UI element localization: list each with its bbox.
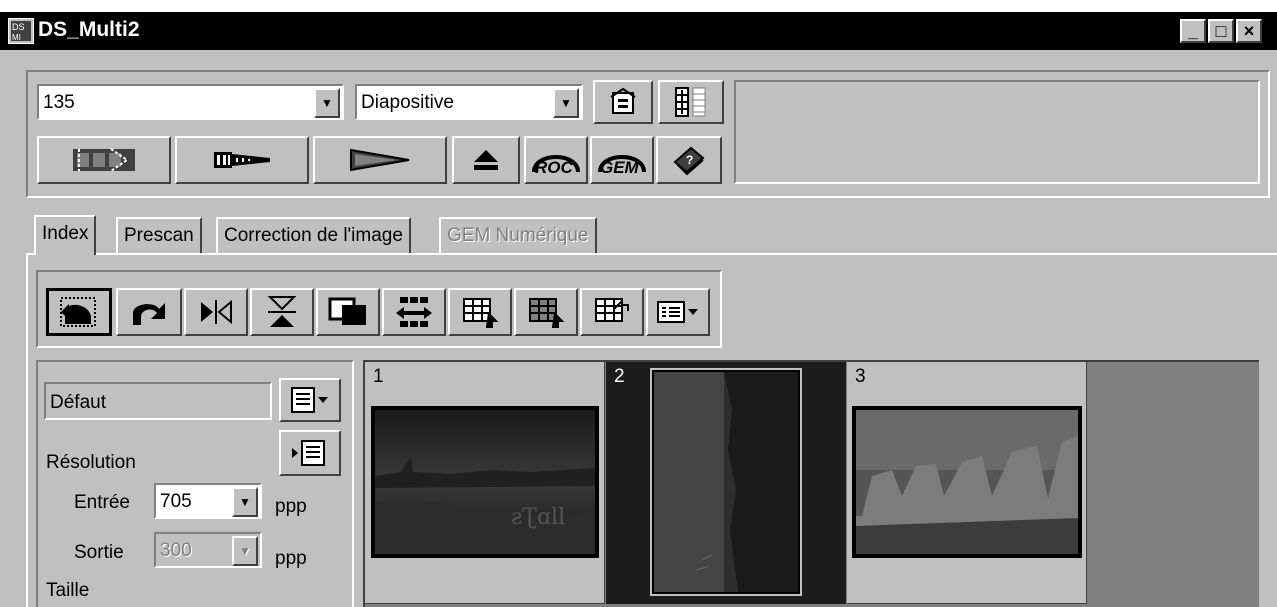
scan-play-icon — [350, 148, 410, 172]
output-resolution-label: Sortie — [74, 542, 124, 563]
frame-thumbnail-selected[interactable]: 2 — [606, 362, 846, 604]
grid-deselect-icon — [595, 298, 629, 322]
frame-thumbnail[interactable]: 1 ƨƮɑll — [365, 362, 605, 604]
film-format-select[interactable]: 135 ▼ — [37, 84, 344, 120]
chevron-down-icon[interactable]: ▼ — [553, 88, 579, 118]
list-dropdown-icon — [657, 301, 698, 323]
svg-text:MI: MI — [12, 33, 21, 42]
view-options-button[interactable] — [646, 288, 710, 336]
frame-order-button[interactable] — [382, 288, 446, 336]
eject-icon — [474, 150, 498, 170]
prescan-icon — [214, 152, 270, 168]
tab-index[interactable]: Index — [34, 215, 97, 255]
close-button[interactable]: × — [1236, 19, 1262, 43]
reverse-order-icon — [396, 297, 432, 327]
frame-thumbnail[interactable]: 3 — [847, 362, 1087, 604]
maximize-icon: □ — [1215, 20, 1227, 41]
rotate-right-button[interactable] — [116, 288, 182, 336]
resolution-expand-button[interactable] — [279, 430, 341, 476]
svg-text:ƨƮɑll: ƨƮɑll — [511, 505, 565, 530]
gem-icon: GEM — [598, 155, 646, 177]
chevron-down-icon: ▼ — [232, 536, 258, 566]
roc-label: ROC — [535, 158, 574, 177]
film-type-value: Diapositive — [361, 92, 454, 113]
preset-menu-button[interactable] — [279, 378, 341, 422]
tab-image-correction-label: Correction de l'image — [224, 225, 403, 246]
eject-button[interactable] — [452, 136, 520, 184]
output-unit-label: ppp — [275, 548, 307, 569]
roc-button[interactable]: ROC — [524, 136, 588, 184]
frame-number: 3 — [855, 366, 866, 387]
maximize-button[interactable]: □ — [1208, 19, 1234, 43]
size-label: Taille — [46, 580, 90, 601]
svg-text:DS: DS — [12, 22, 25, 32]
input-resolution-value: 705 — [160, 491, 192, 512]
roc-icon: ROC — [532, 155, 580, 177]
info-panel — [734, 80, 1260, 184]
window-title: DS_Multi2 — [38, 18, 140, 41]
gem-label: GEM — [600, 158, 640, 177]
tab-gem-digital: GEM Numérique — [439, 217, 597, 253]
tab-image-correction[interactable]: Correction de l'image — [216, 217, 411, 253]
negative-positive-button[interactable] — [316, 288, 380, 336]
title-bar: DS MI DS_Multi2 _ □ × — [0, 12, 1277, 50]
tab-prescan[interactable]: Prescan — [116, 217, 202, 253]
preset-field: Défaut — [44, 382, 272, 420]
scan-button[interactable] — [313, 136, 447, 184]
grid-select-inverse-icon — [529, 298, 565, 328]
flip-vertical-button[interactable] — [250, 288, 314, 336]
film-type-select[interactable]: Diapositive ▼ — [355, 84, 583, 120]
document-dropdown-icon — [291, 387, 328, 413]
gem-button[interactable]: GEM — [590, 136, 654, 184]
negative-frame-icon — [328, 297, 366, 325]
preset-value: Défaut — [50, 392, 106, 413]
film-settings-button[interactable] — [658, 80, 724, 124]
rotate-left-icon — [60, 297, 96, 327]
rotate-right-icon — [133, 303, 165, 325]
frame-number: 1 — [373, 366, 384, 387]
app-icon: DS MI — [8, 18, 34, 44]
expand-document-icon — [292, 440, 325, 466]
flip-vertical-icon — [267, 296, 297, 327]
output-resolution-value: 300 — [160, 540, 192, 561]
input-resolution-label: Entrée — [74, 492, 130, 513]
close-icon: × — [1243, 20, 1255, 41]
resolution-label: Résolution — [46, 452, 136, 473]
output-resolution-select: 300 ▼ — [154, 532, 262, 568]
preferences-button[interactable] — [593, 80, 653, 124]
deselect-all-button[interactable] — [580, 288, 644, 336]
tab-index-label: Index — [42, 223, 89, 244]
tab-gem-digital-label: GEM Numérique — [447, 225, 589, 246]
grid-select-all-icon — [463, 298, 499, 328]
frame-image: ƨƮɑll — [371, 406, 599, 558]
frame-image — [852, 406, 1082, 558]
select-all-button[interactable] — [448, 288, 512, 336]
svg-text:?: ? — [686, 153, 693, 167]
minimize-button[interactable]: _ — [1180, 19, 1206, 43]
film-format-value: 135 — [43, 92, 75, 113]
input-resolution-select[interactable]: 705 ▼ — [154, 483, 262, 519]
minimize-icon: _ — [1187, 20, 1198, 41]
tab-prescan-label: Prescan — [124, 225, 194, 246]
frame-number: 2 — [614, 366, 625, 387]
help-book-icon: ? — [673, 146, 705, 176]
input-unit-label: ppp — [275, 496, 307, 517]
index-scan-button[interactable] — [37, 136, 171, 184]
film-strip-icon — [675, 87, 706, 117]
flip-horizontal-icon — [201, 299, 232, 325]
index-scan-icon — [73, 148, 135, 172]
select-inverse-button[interactable] — [514, 288, 578, 336]
prescan-button[interactable] — [175, 136, 309, 184]
flip-horizontal-button[interactable] — [184, 288, 248, 336]
preferences-icon — [610, 87, 636, 114]
chevron-down-icon[interactable]: ▼ — [314, 88, 340, 118]
chevron-down-icon[interactable]: ▼ — [232, 487, 258, 517]
frame-image — [650, 368, 802, 596]
rotate-left-button[interactable] — [46, 288, 112, 336]
help-button[interactable]: ? — [656, 136, 722, 184]
